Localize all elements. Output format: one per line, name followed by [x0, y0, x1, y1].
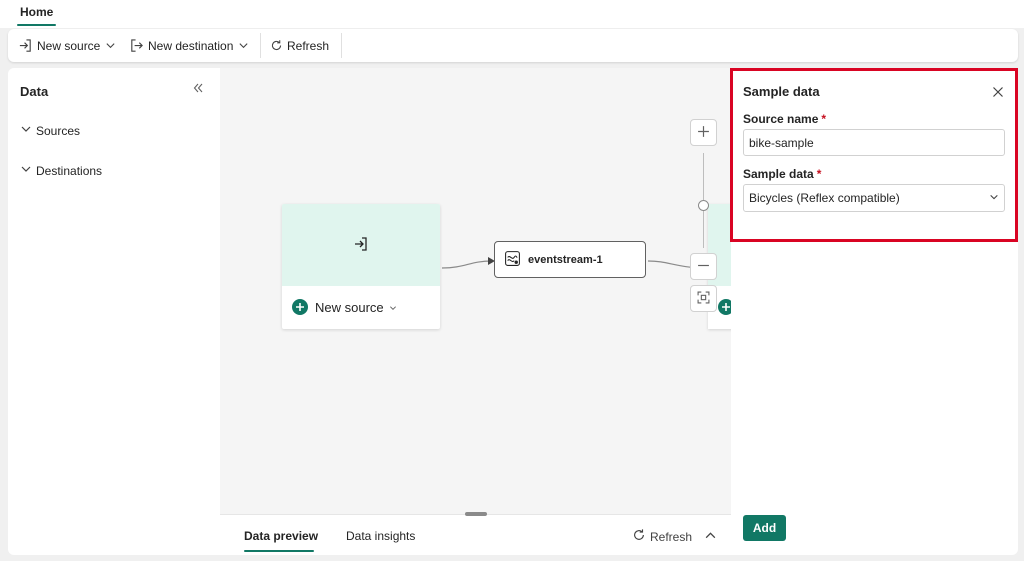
refresh-label: Refresh: [287, 38, 330, 53]
refresh-icon: [270, 39, 283, 52]
chevron-down-icon: [389, 300, 397, 315]
chevron-down-icon: [20, 163, 36, 178]
new-destination-button[interactable]: New destination: [129, 29, 249, 62]
eventstream-node[interactable]: eventstream-1: [494, 241, 646, 278]
new-source-card-label: New source: [315, 299, 384, 315]
new-source-label: New source: [37, 38, 101, 53]
new-source-card[interactable]: New source: [282, 204, 440, 329]
ribbon-toolbar: New source New destination Refresh: [8, 29, 1018, 62]
minus-icon: [697, 259, 710, 275]
source-card-header: [282, 204, 440, 286]
fit-view-icon: [697, 291, 710, 307]
sample-data-label-text: Sample data: [743, 167, 814, 181]
tab-home-label: Home: [20, 5, 54, 19]
zoom-slider-thumb[interactable]: [698, 200, 709, 211]
tab-data-preview[interactable]: Data preview: [244, 529, 318, 543]
resize-grip[interactable]: [465, 512, 487, 516]
chevron-down-icon: [20, 123, 36, 138]
tab-data-insights[interactable]: Data insights: [346, 529, 415, 543]
sample-data-label: Sample data *: [743, 167, 821, 181]
data-preview-bar: Data preview Data insights Refresh: [220, 512, 731, 555]
export-icon: [129, 38, 144, 53]
source-name-label: Source name *: [743, 112, 826, 126]
tab-data-preview-underline: [244, 550, 314, 552]
close-icon: [992, 87, 1004, 101]
sample-data-panel-title: Sample data: [743, 84, 820, 99]
fit-view-button[interactable]: [690, 285, 717, 312]
plus-icon: [697, 125, 710, 141]
sample-data-selected-value: Bicycles (Reflex compatible): [749, 191, 900, 205]
sources-section[interactable]: Sources: [20, 123, 80, 138]
new-destination-label: New destination: [148, 38, 234, 53]
import-icon: [353, 236, 369, 255]
toolbar-separator: [341, 33, 342, 58]
refresh-icon: [632, 528, 650, 545]
source-name-label-text: Source name: [743, 112, 819, 126]
preview-refresh-label: Refresh: [650, 529, 693, 544]
eventstream-icon: [504, 250, 528, 270]
new-source-dropdown[interactable]: New source: [292, 299, 397, 315]
preview-refresh-button[interactable]: Refresh: [632, 528, 692, 545]
plus-icon: [718, 299, 731, 315]
expand-preview-button[interactable]: [704, 529, 717, 545]
zoom-in-button[interactable]: [690, 119, 717, 146]
collapse-panel-button[interactable]: [192, 82, 204, 97]
add-button[interactable]: Add: [743, 515, 786, 541]
refresh-button[interactable]: Refresh: [270, 29, 329, 62]
destinations-section[interactable]: Destinations: [20, 163, 102, 178]
toolbar-separator: [260, 33, 261, 58]
data-panel: Data Sources Destinations: [8, 68, 220, 555]
eventstream-name: eventstream-1: [528, 253, 603, 266]
import-icon: [18, 38, 33, 53]
add-destination-button[interactable]: [718, 299, 731, 315]
close-panel-button[interactable]: [992, 86, 1004, 101]
plus-icon: [292, 299, 308, 315]
new-source-button[interactable]: New source: [18, 29, 116, 62]
chevron-down-icon: [238, 40, 249, 51]
chevron-up-icon: [704, 531, 717, 545]
sources-label: Sources: [36, 123, 81, 138]
chevron-down-icon: [105, 40, 116, 51]
destinations-label: Destinations: [36, 163, 103, 178]
required-marker: *: [821, 112, 827, 126]
source-name-input[interactable]: [743, 129, 1005, 156]
required-marker: *: [816, 167, 822, 181]
data-panel-title: Data: [20, 84, 49, 99]
tab-home-underline: [17, 24, 57, 26]
collapse-double-chevron-icon: [192, 83, 204, 97]
zoom-out-button[interactable]: [690, 253, 717, 280]
top-tab-bar: Home: [0, 0, 1024, 28]
tab-home[interactable]: Home: [14, 0, 59, 28]
eventstream-canvas[interactable]: New source eventstream-1: [220, 68, 731, 514]
chevron-down-icon: [989, 191, 999, 205]
sample-data-select[interactable]: Bicycles (Reflex compatible): [743, 184, 1005, 212]
